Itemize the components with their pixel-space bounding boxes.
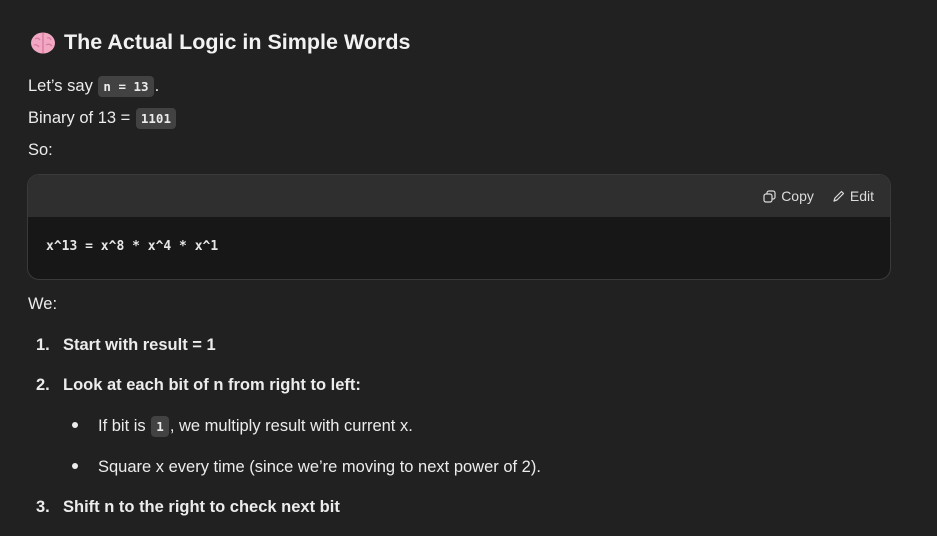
list-text: Shift n to the right to check next bit	[63, 498, 340, 516]
so-line: So:	[28, 141, 53, 159]
list-item: 2. Look at each bit of n from right to le…	[36, 373, 361, 397]
list-text: Start with result = 1	[63, 336, 216, 354]
bullet-text-suffix: , we multiply result with current x.	[169, 417, 413, 435]
inline-code-bit: 1	[151, 416, 169, 437]
list-item: 3. Shift n to the right to check next bit	[36, 495, 340, 519]
period: .	[154, 77, 160, 95]
inline-code-binary: 1101	[135, 108, 176, 129]
bullet-dot	[72, 462, 78, 469]
bullet-item: If bit is 1, we multiply result with cur…	[72, 414, 413, 439]
binary-text: Binary of 13 =	[28, 109, 131, 127]
copy-icon	[763, 189, 776, 203]
binary-line: Binary of 13 = 1101	[28, 106, 177, 131]
edit-label: Edit	[849, 188, 874, 204]
lets-say-text: Let’s say	[28, 77, 93, 95]
code-block: Copy Edit x^13 = x^8 * x^4 * x^1	[27, 174, 891, 280]
list-number: 3.	[36, 498, 50, 516]
code-block-header: Copy Edit	[28, 175, 890, 217]
list-number: 2.	[36, 376, 50, 394]
copy-button[interactable]: Copy	[763, 188, 814, 204]
brain-emoji-icon	[31, 32, 55, 53]
list-item: 1. Start with result = 1	[36, 333, 216, 357]
bullet-item: Square x every time (since we’re moving …	[72, 455, 541, 479]
code-content: x^13 = x^8 * x^4 * x^1	[46, 239, 219, 254]
bullet-text: If bit is	[98, 417, 146, 435]
we-line: We:	[28, 295, 58, 313]
section-heading: The Actual Logic in Simple Words	[30, 30, 410, 55]
copy-label: Copy	[781, 188, 814, 204]
heading-text: The Actual Logic in Simple Words	[64, 30, 411, 54]
edit-button[interactable]: Edit	[832, 188, 874, 204]
list-number: 1.	[36, 336, 50, 354]
list-text: Look at each bit of n from right to left…	[63, 376, 361, 394]
bullet-text: Square x every time (since we’re moving …	[98, 458, 541, 476]
pencil-icon	[833, 190, 844, 202]
lets-say-line: Let’s say n = 13.	[28, 74, 159, 99]
bullet-dot	[72, 421, 78, 428]
inline-code-n: n = 13	[98, 76, 154, 97]
